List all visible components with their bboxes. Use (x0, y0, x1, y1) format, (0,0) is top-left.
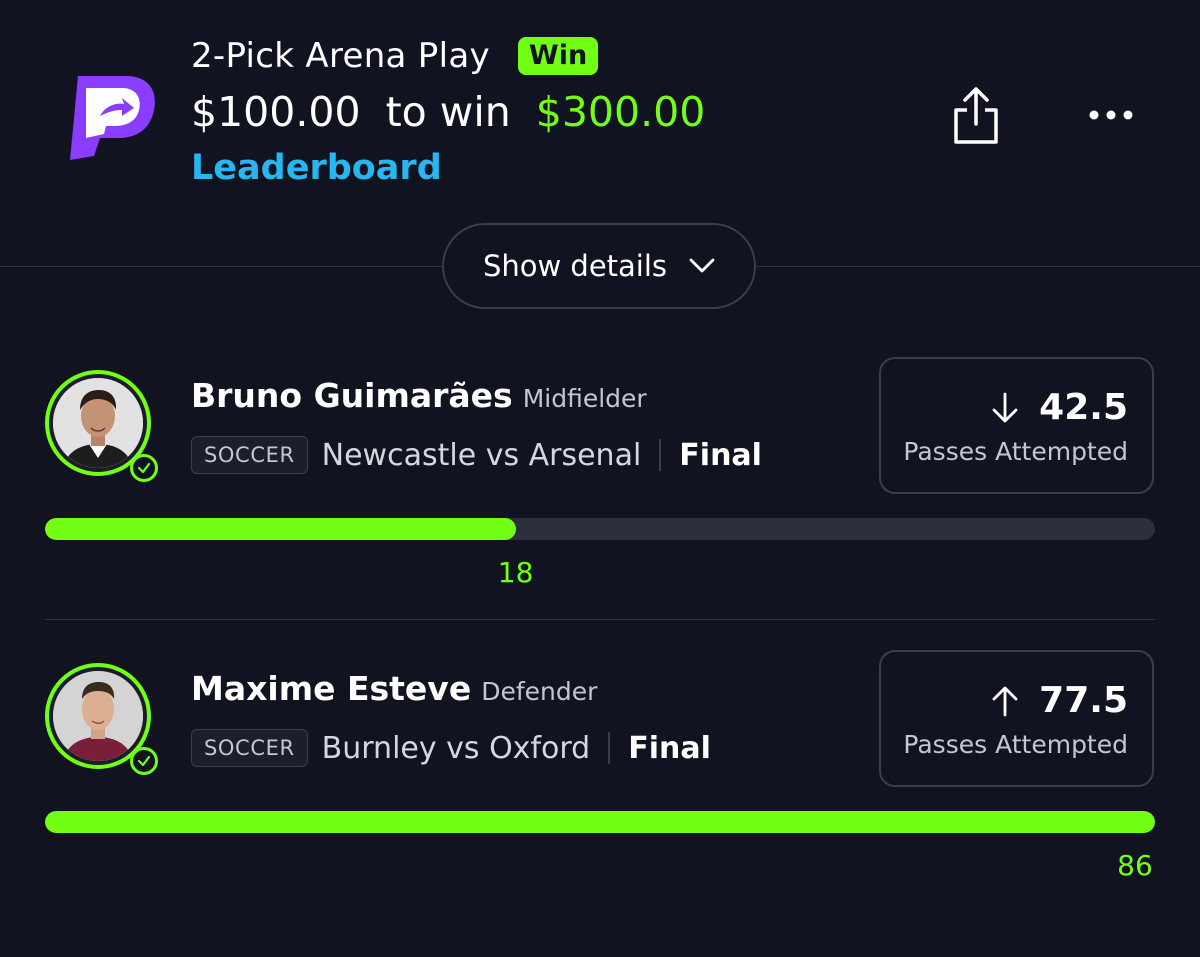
projection-line: 77.5 (1039, 680, 1128, 721)
progress-bar (45, 518, 1155, 540)
arrow-down-icon (992, 392, 1018, 422)
leaderboard-link[interactable]: Leaderboard (191, 148, 442, 188)
player-name: Maxime Esteve (191, 669, 472, 708)
play-title: 2-Pick Arena Play (191, 36, 490, 76)
stat-type: Passes Attempted (903, 730, 1128, 759)
stake-amount: $100.00 (191, 88, 361, 136)
app-logo (70, 76, 155, 160)
stat-type: Passes Attempted (903, 437, 1128, 466)
entry-card: 2-Pick Arena Play Win $100.00 to win $30… (0, 0, 1200, 957)
game-status: Final (679, 437, 762, 473)
title-row: 2-Pick Arena Play Win (191, 36, 599, 76)
player-position: Defender (481, 677, 598, 706)
actual-value: 18 (497, 556, 534, 589)
meta-separator (608, 732, 611, 764)
progress-bar (45, 811, 1155, 833)
player-position: Midfielder (522, 384, 647, 413)
arrow-up-icon (992, 686, 1018, 716)
checkmark-icon (130, 747, 158, 775)
stake-row: $100.00 to win $300.00 (191, 88, 705, 136)
progress-fill (45, 811, 1155, 833)
sport-tag: SOCCER (191, 436, 308, 474)
matchup: Newcastle vs Arsenal (321, 437, 642, 473)
projection-card[interactable]: 42.5 Passes Attempted (879, 357, 1154, 494)
player-avatar (45, 370, 158, 482)
projection-line: 42.5 (1039, 387, 1128, 428)
player-name: Bruno Guimarães (191, 376, 513, 415)
more-icon[interactable] (1086, 100, 1136, 130)
show-details-label: Show details (482, 249, 668, 283)
game-status: Final (628, 730, 711, 766)
payout-amount: $300.00 (535, 88, 706, 136)
sport-tag: SOCCER (191, 729, 308, 767)
share-icon[interactable] (950, 86, 1002, 146)
chevron-down-icon (689, 258, 715, 273)
win-badge: Win (517, 37, 599, 75)
projection-card[interactable]: 77.5 Passes Attempted (879, 650, 1154, 787)
game-meta: SOCCER Burnley vs Oxford Final (191, 729, 711, 767)
row-divider (45, 619, 1155, 620)
player-name-line: Bruno Guimarães Midfielder (191, 376, 647, 415)
actual-value: 86 (1117, 849, 1153, 882)
to-win-text: to win (385, 88, 511, 136)
meta-separator (659, 439, 662, 471)
game-meta: SOCCER Newcastle vs Arsenal Final (191, 436, 762, 474)
player-name-line: Maxime Esteve Defender (191, 669, 597, 708)
matchup: Burnley vs Oxford (321, 730, 591, 766)
progress-fill (45, 518, 516, 540)
checkmark-icon (130, 454, 158, 482)
player-avatar (45, 663, 158, 775)
show-details-button[interactable]: Show details (442, 223, 756, 309)
